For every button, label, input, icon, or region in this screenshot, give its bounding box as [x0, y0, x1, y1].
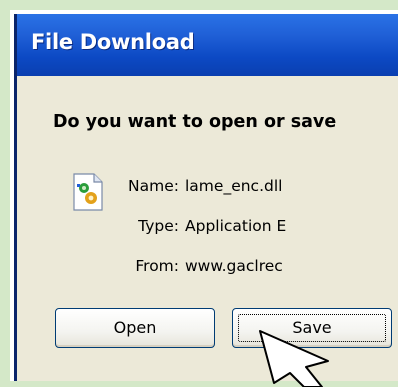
name-label: Name: — [128, 177, 179, 195]
file-download-dialog: File Download Do you want to open or sav… — [14, 14, 398, 381]
title-bar[interactable]: File Download — [17, 14, 398, 76]
type-label: Type: — [138, 217, 179, 235]
from-value: www.gaclrec — [185, 257, 283, 275]
dialog-title: File Download — [31, 30, 195, 54]
open-button[interactable]: Open — [55, 308, 215, 348]
from-label: From: — [135, 257, 179, 275]
type-value: Application E — [185, 217, 287, 235]
prompt-question: Do you want to open or save — [53, 112, 337, 132]
open-button-label: Open — [113, 318, 157, 337]
name-value: lame_enc.dll — [185, 177, 283, 195]
arrow-cursor-icon — [259, 330, 329, 387]
